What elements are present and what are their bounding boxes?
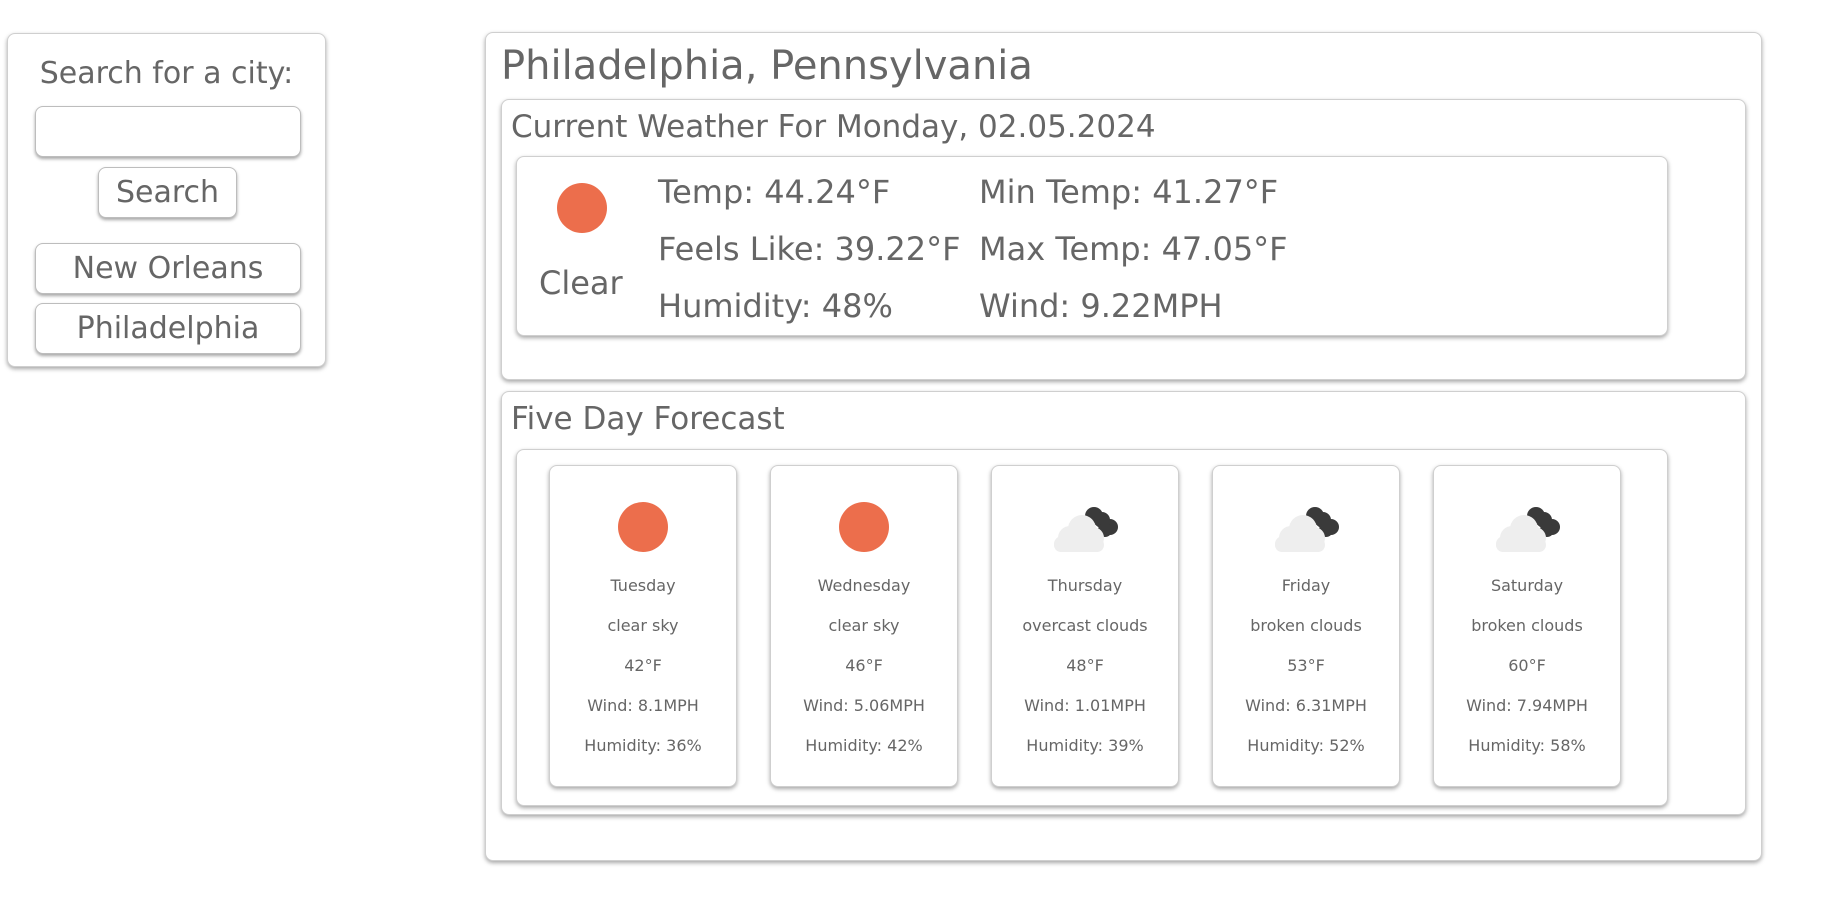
forecast-description: overcast clouds	[1022, 616, 1148, 635]
sun-icon	[557, 183, 607, 233]
current-feels-like: Feels Like: 39.22°F	[658, 230, 961, 268]
city-title: Philadelphia, Pennsylvania	[501, 43, 1033, 89]
forecast-day-name: Friday	[1281, 576, 1331, 595]
forecast-day-card-thursday: Thursday overcast clouds 48°F Wind: 1.01…	[991, 465, 1179, 787]
sun-icon	[839, 502, 889, 552]
forecast-humidity: Humidity: 52%	[1247, 736, 1365, 755]
history-city-button-new-orleans[interactable]: New Orleans	[35, 243, 301, 294]
forecast-wind: Wind: 5.06MPH	[803, 696, 925, 715]
clouds-icon	[1275, 507, 1339, 552]
forecast-temp: 53°F	[1287, 656, 1325, 675]
forecast-wind: Wind: 1.01MPH	[1024, 696, 1146, 715]
forecast-temp: 46°F	[845, 656, 883, 675]
forecast-description: clear sky	[828, 616, 900, 635]
current-humidity: Humidity: 48%	[658, 287, 893, 325]
search-panel: Search for a city: Search New Orleans Ph…	[7, 33, 326, 367]
current-max-temp: Max Temp: 47.05°F	[979, 230, 1288, 268]
search-label: Search for a city:	[39, 56, 294, 91]
forecast-temp: 48°F	[1066, 656, 1104, 675]
forecast-wind: Wind: 6.31MPH	[1245, 696, 1367, 715]
forecast-heading: Five Day Forecast	[511, 401, 785, 437]
forecast-humidity: Humidity: 39%	[1026, 736, 1144, 755]
current-weather-section: Current Weather For Monday, 02.05.2024 C…	[501, 99, 1746, 380]
forecast-day-card-wednesday: Wednesday clear sky 46°F Wind: 5.06MPH H…	[770, 465, 958, 787]
sun-icon	[618, 502, 668, 552]
forecast-day-card-tuesday: Tuesday clear sky 42°F Wind: 8.1MPH Humi…	[549, 465, 737, 787]
forecast-day-name: Saturday	[1490, 576, 1564, 595]
current-description: Clear	[539, 264, 623, 302]
current-min-temp: Min Temp: 41.27°F	[979, 173, 1279, 211]
forecast-wind: Wind: 8.1MPH	[587, 696, 699, 715]
forecast-description: broken clouds	[1250, 616, 1362, 635]
current-temp: Temp: 44.24°F	[658, 173, 891, 211]
forecast-wind: Wind: 7.94MPH	[1466, 696, 1588, 715]
forecast-description: broken clouds	[1471, 616, 1583, 635]
forecast-section: Five Day Forecast Tuesday clear sky 42°F…	[501, 391, 1746, 815]
history-city-button-philadelphia[interactable]: Philadelphia	[35, 303, 301, 354]
forecast-day-name: Tuesday	[610, 576, 676, 595]
forecast-day-name: Thursday	[1047, 576, 1123, 595]
forecast-temp: 60°F	[1508, 656, 1546, 675]
clouds-icon	[1496, 507, 1560, 552]
forecast-humidity: Humidity: 42%	[805, 736, 923, 755]
forecast-humidity: Humidity: 58%	[1468, 736, 1586, 755]
city-search-input[interactable]	[35, 106, 301, 157]
forecast-day-card-friday: Friday broken clouds 53°F Wind: 6.31MPH …	[1212, 465, 1400, 787]
current-weather-heading: Current Weather For Monday, 02.05.2024	[511, 109, 1156, 145]
forecast-day-card-saturday: Saturday broken clouds 60°F Wind: 7.94MP…	[1433, 465, 1621, 787]
search-button[interactable]: Search	[98, 167, 237, 218]
forecast-temp: 42°F	[624, 656, 662, 675]
forecast-day-name: Wednesday	[817, 576, 911, 595]
clouds-icon	[1054, 507, 1118, 552]
forecast-cards-container: Tuesday clear sky 42°F Wind: 8.1MPH Humi…	[516, 449, 1668, 806]
weather-panel: Philadelphia, Pennsylvania Current Weath…	[485, 32, 1762, 861]
forecast-humidity: Humidity: 36%	[584, 736, 702, 755]
current-wind: Wind: 9.22MPH	[979, 287, 1223, 325]
current-weather-card: Clear Temp: 44.24°F Feels Like: 39.22°F …	[516, 156, 1668, 336]
forecast-description: clear sky	[607, 616, 679, 635]
